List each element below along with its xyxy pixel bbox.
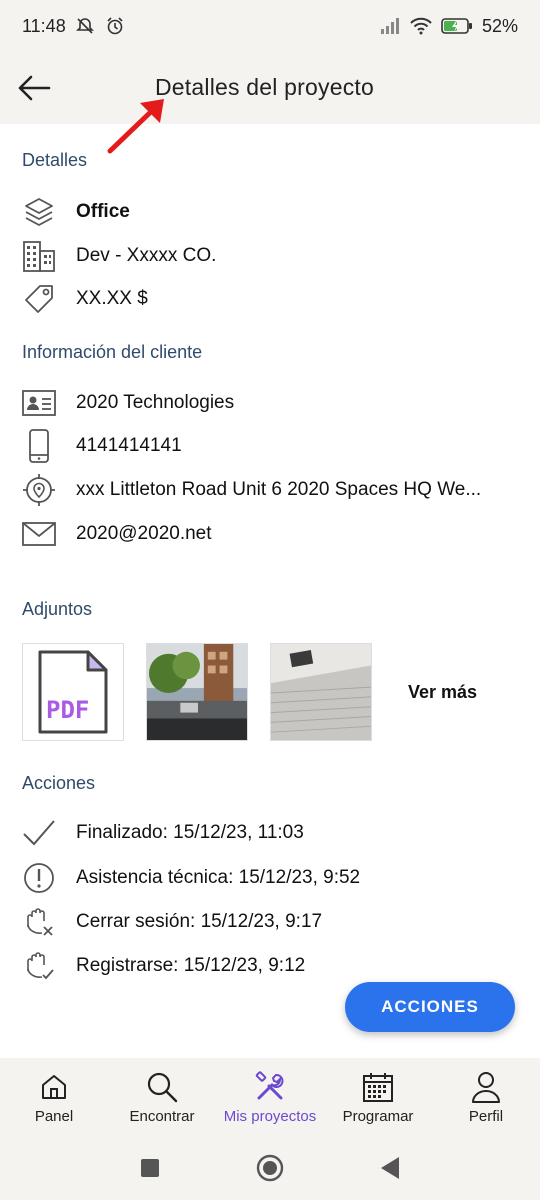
client-phone-row[interactable]: 4141414141 [22, 426, 520, 466]
client-address-row[interactable]: xxx Littleton Road Unit 6 2020 Spaces HQ… [22, 470, 520, 510]
app-header: Detalles del proyecto [0, 52, 540, 124]
back-system-button[interactable] [375, 1153, 405, 1183]
nav-label: Encontrar [129, 1108, 195, 1125]
attachment-pdf[interactable]: PDF [22, 643, 124, 741]
search-icon [145, 1070, 179, 1104]
client-email-row[interactable]: 2020@2020.net [22, 514, 520, 554]
contact-card-icon [22, 386, 56, 420]
attachment-photo-street[interactable] [146, 643, 248, 741]
action-row-cerrar: Cerrar sesión: 15/12/23, 9:17 [22, 902, 520, 942]
action-row-asistencia: Asistencia técnica: 15/12/23, 9:52 [22, 858, 520, 898]
recents-button[interactable] [135, 1153, 165, 1183]
status-time: 11:48 [22, 15, 66, 36]
attachments-section-title: Adjuntos [22, 599, 93, 619]
hand-cross-icon [22, 905, 56, 939]
arrow-left-icon [18, 75, 51, 101]
person-icon [469, 1070, 503, 1104]
home-icon [37, 1070, 71, 1104]
calendar-icon [361, 1070, 395, 1104]
client-name: 2020 Technologies [76, 392, 235, 413]
attachment-photo-ceiling[interactable] [270, 643, 372, 741]
back-button[interactable] [14, 68, 54, 108]
project-type-row: Office [22, 192, 520, 232]
action-text: Finalizado: 15/12/23, 11:03 [76, 822, 304, 843]
see-more-link[interactable]: Ver más [408, 682, 477, 703]
pdf-label: PDF [46, 696, 89, 724]
nav-item-mis-proyectos[interactable]: Mis proyectos [216, 1058, 324, 1136]
system-nav-bar [0, 1136, 540, 1200]
alarm-icon [104, 15, 126, 37]
pdf-file-icon: PDF [38, 650, 108, 734]
location-pin-icon [22, 473, 56, 507]
square-icon [141, 1159, 159, 1177]
nav-label: Panel [34, 1108, 74, 1125]
action-row-registrarse: Registrarse: 15/12/23, 9:12 [22, 946, 520, 986]
page-title: Detalles del proyecto [155, 74, 374, 100]
actions-section-title: Acciones [22, 773, 96, 793]
battery-icon [440, 15, 474, 37]
mute-icon [74, 15, 96, 37]
project-price: XX.XX $ [76, 288, 148, 309]
company-name: Dev - Xxxxx CO. [76, 245, 217, 266]
nav-item-perfil[interactable]: Perfil [432, 1058, 540, 1136]
details-section-title: Detalles [22, 150, 88, 170]
home-button[interactable] [255, 1153, 285, 1183]
triangle-left-icon [381, 1157, 399, 1179]
hand-check-icon [22, 949, 56, 983]
alert-circle-icon [22, 861, 56, 895]
layers-icon [22, 195, 56, 229]
annotation-arrow-icon [107, 99, 164, 154]
circle-icon [256, 1154, 284, 1182]
nav-item-panel[interactable]: Panel [0, 1058, 108, 1136]
company-row: Dev - Xxxxx CO. [22, 236, 520, 276]
action-text: Registrarse: 15/12/23, 9:12 [76, 955, 306, 976]
action-row-finalizado: Finalizado: 15/12/23, 11:03 [22, 813, 520, 853]
action-text: Asistencia técnica: 15/12/23, 9:52 [76, 867, 361, 888]
attachments-list: PDF Ver más [22, 642, 522, 742]
ceiling-photo [271, 644, 371, 740]
actions-fab-button[interactable]: ACCIONES [345, 982, 515, 1032]
tools-icon [253, 1070, 287, 1104]
bottom-nav: Panel Encontrar Mis proyectos Programar … [0, 1058, 540, 1136]
nav-label: Programar [342, 1108, 414, 1125]
client-name-row: 2020 Technologies [22, 383, 520, 423]
client-email: 2020@2020.net [76, 523, 212, 544]
nav-item-encontrar[interactable]: Encontrar [108, 1058, 216, 1136]
nav-label: Perfil [468, 1108, 504, 1125]
price-row: XX.XX $ [22, 279, 520, 319]
client-section-title: Información del cliente [22, 342, 203, 362]
signal-icon [380, 15, 402, 37]
building-icon [22, 239, 56, 273]
nav-label: Mis proyectos [223, 1108, 317, 1125]
battery-percent: 52% [481, 15, 518, 36]
action-text: Cerrar sesión: 15/12/23, 9:17 [76, 911, 323, 932]
wifi-icon [410, 15, 432, 37]
checkmark-icon [22, 816, 56, 850]
project-type: Office [76, 201, 130, 222]
status-bar: 11:48 52% [0, 0, 540, 52]
client-phone: 4141414141 [76, 435, 182, 456]
street-photo [147, 644, 247, 740]
nav-item-programar[interactable]: Programar [324, 1058, 432, 1136]
phone-icon [22, 429, 56, 463]
price-tag-icon [22, 282, 56, 316]
client-address: xxx Littleton Road Unit 6 2020 Spaces HQ… [76, 479, 482, 500]
mail-icon [22, 517, 56, 551]
